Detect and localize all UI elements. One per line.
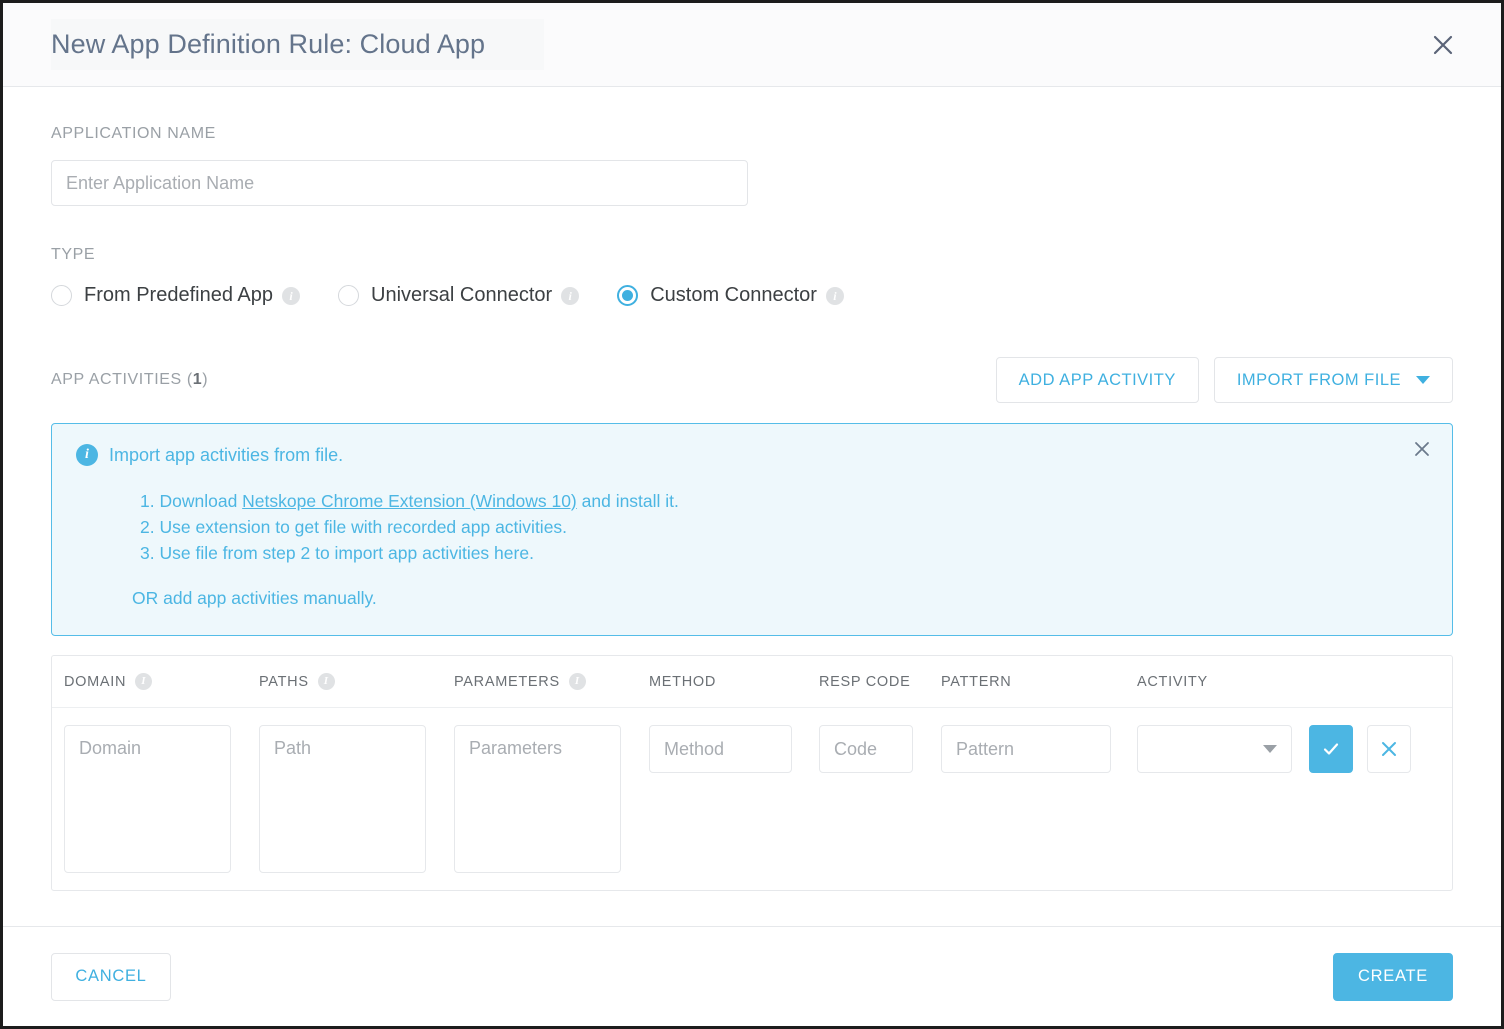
info-icon: i: [76, 444, 98, 466]
check-icon: [1323, 743, 1339, 755]
dismiss-banner-button[interactable]: [1408, 435, 1436, 463]
cell-method: [649, 725, 819, 773]
dialog-header: New App Definition Rule: Cloud App: [3, 3, 1501, 87]
import-info-banner: i Import app activities from file. 1. Do…: [51, 423, 1453, 636]
dialog-footer: CANCEL CREATE: [3, 926, 1501, 1026]
column-header-parameters: PARAMETERS i: [454, 673, 649, 690]
cell-domain: [64, 725, 259, 873]
column-label: METHOD: [649, 673, 717, 690]
cell-pattern: [941, 725, 1137, 773]
column-label: ACTIVITY: [1137, 673, 1208, 690]
banner-step-3-num: 3.: [140, 543, 160, 563]
cell-paths: [259, 725, 454, 873]
banner-or-text: OR add app activities manually.: [132, 588, 377, 608]
new-app-definition-rule-dialog: New App Definition Rule: Cloud App APPLI…: [0, 0, 1504, 1029]
column-header-resp-code: RESP CODE: [819, 674, 941, 690]
banner-heading-row: i Import app activities from file.: [76, 444, 1428, 466]
radio-indicator-selected: [617, 285, 639, 306]
app-activities-count: 1: [192, 371, 203, 388]
activities-button-group: ADD APP ACTIVITY IMPORT FROM FILE: [995, 357, 1453, 403]
banner-step-1-num: 1.: [140, 491, 160, 511]
banner-steps-list: 1. Download Netskope Chrome Extension (W…: [140, 488, 1428, 566]
info-icon[interactable]: i: [317, 673, 335, 690]
column-header-method: METHOD: [649, 674, 819, 690]
radio-from-predefined-app[interactable]: From Predefined App i: [51, 284, 300, 307]
cell-parameters: [454, 725, 649, 873]
info-icon[interactable]: i: [282, 286, 300, 305]
add-app-activity-button[interactable]: ADD APP ACTIVITY: [995, 357, 1199, 403]
column-label: PATTERN: [941, 673, 1012, 690]
column-header-paths: PATHS i: [259, 673, 454, 690]
app-activities-heading-text: APP ACTIVITIES (: [51, 371, 193, 388]
app-activities-table: DOMAIN i PATHS i PARAMETERS i METHOD RES…: [51, 655, 1453, 891]
dialog-body: APPLICATION NAME TYPE From Predefined Ap…: [3, 87, 1501, 929]
parameters-input[interactable]: [454, 725, 621, 873]
close-icon: [1433, 35, 1453, 54]
column-header-domain: DOMAIN i: [64, 673, 259, 690]
close-icon: [1382, 742, 1396, 756]
pattern-input[interactable]: [941, 725, 1111, 773]
column-label: DOMAIN: [64, 673, 127, 690]
radio-label: Universal Connector: [371, 284, 553, 306]
method-input[interactable]: [649, 725, 792, 773]
radio-label: Custom Connector: [650, 284, 817, 306]
cell-row-actions: [1309, 725, 1411, 773]
netskope-chrome-extension-link[interactable]: Netskope Chrome Extension (Windows 10): [242, 491, 577, 511]
radio-custom-connector[interactable]: Custom Connector i: [617, 284, 844, 307]
app-activities-heading-suffix: ): [202, 371, 209, 388]
column-label: PATHS: [259, 673, 309, 690]
table-row: [52, 708, 1452, 890]
application-name-input[interactable]: [51, 160, 748, 206]
banner-step-1: 1. Download Netskope Chrome Extension (W…: [140, 488, 1428, 514]
banner-step-3-text: Use file from step 2 to import app activ…: [159, 543, 534, 563]
banner-step-3: 3. Use file from step 2 to import app ac…: [140, 540, 1428, 566]
activity-select[interactable]: [1137, 725, 1292, 773]
column-label: RESP CODE: [819, 673, 911, 690]
remove-activity-button[interactable]: [1367, 725, 1411, 773]
banner-step-2-num: 2.: [140, 517, 160, 537]
info-icon[interactable]: i: [561, 286, 580, 305]
banner-step-1-post: and install it.: [576, 491, 679, 511]
column-header-pattern: PATTERN: [941, 674, 1137, 690]
info-icon[interactable]: i: [135, 673, 153, 690]
create-button[interactable]: CREATE: [1333, 952, 1453, 1001]
cell-resp-code: [819, 725, 941, 773]
domain-input[interactable]: [64, 725, 231, 873]
app-activities-heading: APP ACTIVITIES (1): [51, 371, 208, 389]
add-app-activity-label: ADD APP ACTIVITY: [1018, 370, 1176, 389]
column-label: PARAMETERS: [454, 673, 560, 690]
type-radio-group: From Predefined App i Universal Connecto…: [51, 284, 1453, 307]
chevron-down-icon: [1416, 376, 1430, 384]
radio-indicator: [51, 285, 72, 306]
import-from-file-button[interactable]: IMPORT FROM FILE: [1213, 357, 1453, 403]
radio-universal-connector[interactable]: Universal Connector i: [338, 284, 580, 307]
close-dialog-button[interactable]: [1425, 27, 1461, 63]
path-input[interactable]: [259, 725, 426, 873]
page-title: New App Definition Rule: Cloud App: [51, 29, 486, 59]
close-icon: [1415, 442, 1429, 456]
radio-indicator: [338, 285, 359, 306]
column-header-activity: ACTIVITY: [1137, 674, 1337, 690]
cell-activity: [1137, 725, 1309, 773]
type-label: TYPE: [51, 246, 96, 263]
dialog-title-wrapper: New App Definition Rule: Cloud App: [51, 19, 544, 70]
import-from-file-label: IMPORT FROM FILE: [1236, 370, 1401, 389]
radio-label: From Predefined App: [84, 284, 273, 306]
confirm-activity-button[interactable]: [1309, 725, 1353, 773]
banner-heading-text: Import app activities from file.: [109, 444, 344, 465]
banner-step-1-pre: Download: [159, 491, 243, 511]
table-header-row: DOMAIN i PATHS i PARAMETERS i METHOD RES…: [52, 656, 1452, 708]
info-icon[interactable]: i: [825, 286, 844, 305]
banner-step-2: 2. Use extension to get file with record…: [140, 514, 1428, 540]
chevron-down-icon: [1263, 745, 1277, 753]
banner-step-2-text: Use extension to get file with recorded …: [159, 517, 568, 537]
info-icon[interactable]: i: [568, 673, 586, 690]
app-activities-toolbar: APP ACTIVITIES (1) ADD APP ACTIVITY IMPO…: [51, 357, 1453, 403]
resp-code-input[interactable]: [819, 725, 913, 773]
application-name-label: APPLICATION NAME: [51, 125, 216, 142]
cancel-button[interactable]: CANCEL: [51, 952, 171, 1001]
